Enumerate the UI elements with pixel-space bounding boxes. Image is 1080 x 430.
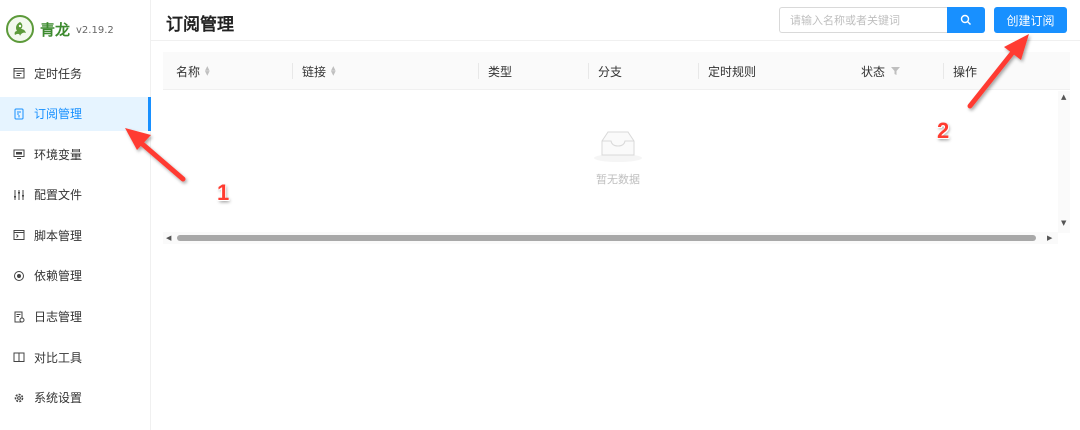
column-header-label: 名称 <box>176 64 201 79</box>
column-header-name[interactable]: 名称 ▲ ▼ <box>176 52 210 90</box>
sidebar-item-env[interactable]: 环境变量 <box>0 137 151 171</box>
horizontal-scrollbar[interactable]: ◀ ▶ <box>163 232 1058 244</box>
sidebar-item-label: 环境变量 <box>34 147 83 162</box>
column-header-label: 状态 <box>861 64 886 79</box>
column-header-schedule: 定时规则 <box>698 52 757 90</box>
annotation-number-1: 1 <box>217 180 230 205</box>
column-header-actions: 操作 <box>943 52 978 90</box>
column-header-label: 类型 <box>488 64 513 79</box>
sidebar-item-label: 脚本管理 <box>34 228 83 243</box>
column-header-status[interactable]: 状态 <box>861 52 901 90</box>
table-body: 暂无数据 <box>163 91 1070 231</box>
sidebar-item-label: 订阅管理 <box>34 107 83 122</box>
calendar-icon <box>12 66 26 80</box>
column-header-label: 操作 <box>953 64 978 79</box>
column-header-type: 类型 <box>478 52 513 90</box>
sort-icon[interactable]: ▲ ▼ <box>331 66 336 77</box>
sidebar-item-diff[interactable]: 对比工具 <box>0 340 151 374</box>
scroll-right-icon[interactable]: ▶ <box>1047 234 1052 242</box>
sort-icon[interactable]: ▲ ▼ <box>205 66 210 77</box>
dependency-icon <box>12 269 26 283</box>
scroll-left-icon[interactable]: ◀ <box>166 234 171 242</box>
log-file-icon <box>12 310 26 324</box>
search-input[interactable] <box>779 7 947 33</box>
sidebar-item-subscription[interactable]: 订阅管理 <box>0 96 151 131</box>
brand-version: v2.19.2 <box>76 25 114 36</box>
sidebar-item-scripts[interactable]: 脚本管理 <box>0 218 151 252</box>
column-divider <box>943 63 944 79</box>
column-header-label: 定时规则 <box>708 64 757 79</box>
column-divider <box>588 63 589 79</box>
sliders-icon <box>12 188 26 202</box>
column-divider <box>478 63 479 79</box>
horizontal-scroll-thumb[interactable] <box>177 235 1036 241</box>
filter-icon[interactable] <box>891 64 901 78</box>
qinglong-logo-icon <box>6 15 34 43</box>
sidebar-item-config[interactable]: 配置文件 <box>0 178 151 212</box>
search-button[interactable] <box>947 7 985 33</box>
monitor-icon <box>12 147 26 161</box>
brand-name: 青龙 <box>40 20 71 39</box>
header-divider <box>151 40 1080 41</box>
empty-text: 暂无数据 <box>596 173 640 186</box>
sidebar: 青龙 v2.19.2 定时任务 订阅管理 环境变量 配置文件 脚本管理 依赖管理… <box>0 0 151 430</box>
subscription-table: 名称 ▲ ▼ 链接 ▲ ▼ 类型 分支 定时规则 状态 操作 暂无数据 ▲ ▼ … <box>163 52 1070 244</box>
empty-inbox-icon <box>594 131 642 162</box>
empty-state: 暂无数据 <box>563 127 673 187</box>
vertical-scrollbar[interactable]: ▲ ▼ <box>1058 91 1070 233</box>
sidebar-item-label: 定时任务 <box>34 66 83 81</box>
column-divider <box>698 63 699 79</box>
sidebar-menu: 定时任务 订阅管理 环境变量 配置文件 脚本管理 依赖管理 日志管理 对比工具 … <box>0 56 151 421</box>
sidebar-item-cron[interactable]: 定时任务 <box>0 56 151 90</box>
sidebar-item-label: 配置文件 <box>34 188 83 203</box>
book-compare-icon <box>12 350 26 364</box>
page-title: 订阅管理 <box>166 15 234 35</box>
scroll-down-icon[interactable]: ▼ <box>1061 219 1066 227</box>
scroll-up-icon[interactable]: ▲ <box>1061 93 1066 101</box>
code-window-icon <box>12 228 26 242</box>
table-header: 名称 ▲ ▼ 链接 ▲ ▼ 类型 分支 定时规则 状态 操作 <box>163 52 1070 90</box>
sidebar-item-label: 日志管理 <box>34 310 83 325</box>
subscription-icon <box>12 107 26 121</box>
sidebar-item-label: 系统设置 <box>34 391 83 406</box>
column-divider <box>292 63 293 79</box>
annotation-number-2: 2 <box>937 118 950 143</box>
sidebar-item-dependencies[interactable]: 依赖管理 <box>0 259 151 293</box>
brand[interactable]: 青龙 v2.19.2 <box>6 12 114 46</box>
create-subscription-button[interactable]: 创建订阅 <box>994 7 1067 33</box>
sidebar-item-label: 依赖管理 <box>34 269 83 284</box>
sidebar-item-label: 对比工具 <box>34 350 83 365</box>
column-header-label: 链接 <box>302 64 327 79</box>
app-root: 青龙 v2.19.2 定时任务 订阅管理 环境变量 配置文件 脚本管理 依赖管理… <box>0 0 1080 430</box>
column-header-url[interactable]: 链接 ▲ ▼ <box>292 52 336 90</box>
column-header-branch: 分支 <box>588 52 623 90</box>
sidebar-item-logs[interactable]: 日志管理 <box>0 300 151 334</box>
sidebar-item-settings[interactable]: 系统设置 <box>0 381 151 415</box>
column-header-label: 分支 <box>598 64 623 79</box>
gear-icon <box>12 391 26 405</box>
search-icon <box>960 14 971 25</box>
